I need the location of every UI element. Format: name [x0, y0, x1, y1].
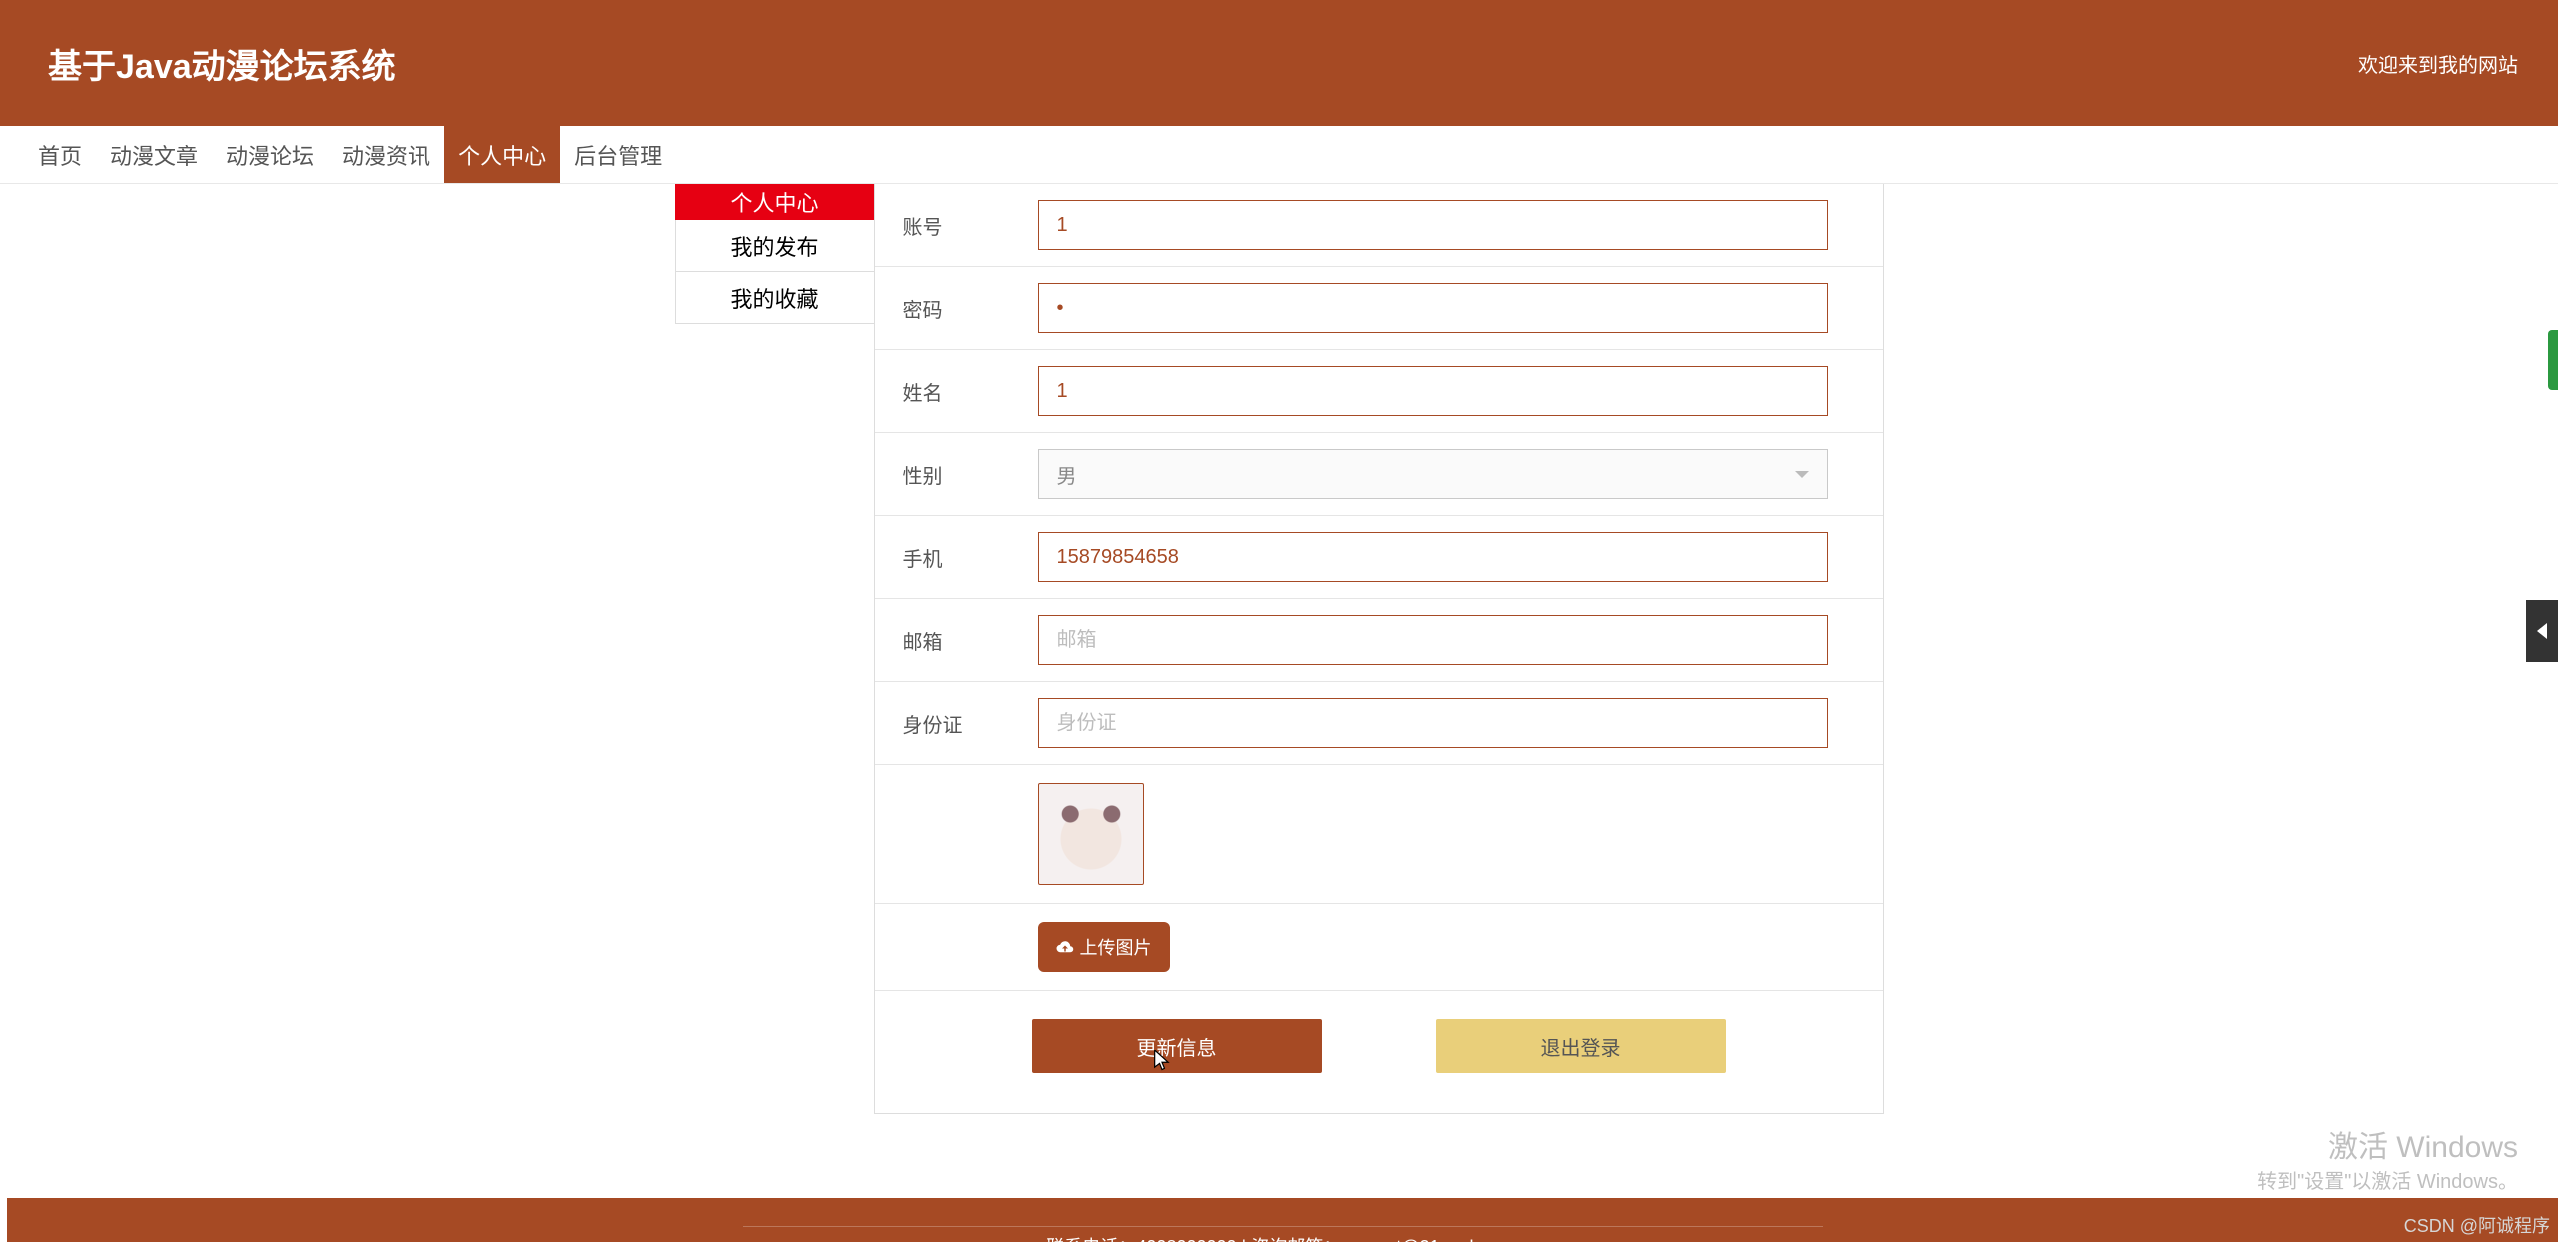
profile-form: 账号 密码 姓名 性别 男 手机 邮箱 身份证 [874, 184, 1884, 1114]
avatar-image[interactable] [1038, 783, 1144, 885]
nav-admin[interactable]: 后台管理 [560, 126, 676, 183]
select-gender-value: 男 [1057, 460, 1077, 489]
content: 个人中心 我的发布 我的收藏 账号 密码 姓名 性别 男 手机 邮箱 [0, 184, 2558, 1114]
upload-button[interactable]: 上传图片 [1038, 922, 1170, 972]
avatar-row [875, 765, 1883, 904]
label-password: 密码 [903, 294, 1038, 323]
label-name: 姓名 [903, 377, 1038, 406]
input-password[interactable] [1038, 283, 1828, 333]
upload-label: 上传图片 [1080, 934, 1152, 960]
nav-articles[interactable]: 动漫文章 [96, 126, 212, 183]
chevron-down-icon [1795, 471, 1809, 478]
input-account[interactable] [1038, 200, 1828, 250]
nav-profile[interactable]: 个人中心 [444, 126, 560, 183]
main-nav: 首页 动漫文章 动漫论坛 动漫资讯 个人中心 后台管理 [0, 126, 2558, 184]
input-phone[interactable] [1038, 532, 1828, 582]
label-idcard: 身份证 [903, 709, 1038, 738]
label-email: 邮箱 [903, 626, 1038, 655]
footer-text: 联系电话：4008000000 | 咨询邮箱：support@21epub.co… [743, 1226, 1823, 1259]
header: 基于Java动漫论坛系统 欢迎来到我的网站 [0, 0, 2558, 126]
label-phone: 手机 [903, 543, 1038, 572]
upload-row: 上传图片 [875, 904, 1883, 991]
side-indicator-green [2548, 330, 2558, 390]
input-name[interactable] [1038, 366, 1828, 416]
footer: 联系电话：4008000000 | 咨询邮箱：support@21epub.co… [7, 1198, 2558, 1242]
label-account: 账号 [903, 211, 1038, 240]
nav-news[interactable]: 动漫资讯 [328, 126, 444, 183]
nav-home[interactable]: 首页 [24, 126, 96, 183]
sidebar-item-profile[interactable]: 个人中心 [675, 184, 875, 220]
logout-button[interactable]: 退出登录 [1436, 1019, 1726, 1073]
sidebar: 个人中心 我的发布 我的收藏 [675, 184, 875, 1114]
input-email[interactable] [1038, 615, 1828, 665]
windows-activate-sub: 转到"设置"以激活 Windows。 [2257, 1165, 2518, 1194]
side-drawer-toggle[interactable] [2526, 600, 2558, 662]
site-title: 基于Java动漫论坛系统 [48, 39, 396, 88]
windows-activate-title: 激活 Windows [2328, 1122, 2518, 1166]
label-gender: 性别 [903, 460, 1038, 489]
welcome-text[interactable]: 欢迎来到我的网站 [2358, 49, 2518, 78]
cloud-upload-icon [1056, 940, 1074, 954]
input-idcard[interactable] [1038, 698, 1828, 748]
sidebar-item-favs[interactable]: 我的收藏 [675, 272, 875, 324]
select-gender[interactable]: 男 [1038, 449, 1828, 499]
nav-forum[interactable]: 动漫论坛 [212, 126, 328, 183]
update-button[interactable]: 更新信息 [1032, 1019, 1322, 1073]
sidebar-item-posts[interactable]: 我的发布 [675, 220, 875, 272]
button-row: 更新信息 退出登录 [875, 991, 1883, 1113]
csdn-watermark: CSDN @阿诚程序 [2404, 1212, 2550, 1238]
